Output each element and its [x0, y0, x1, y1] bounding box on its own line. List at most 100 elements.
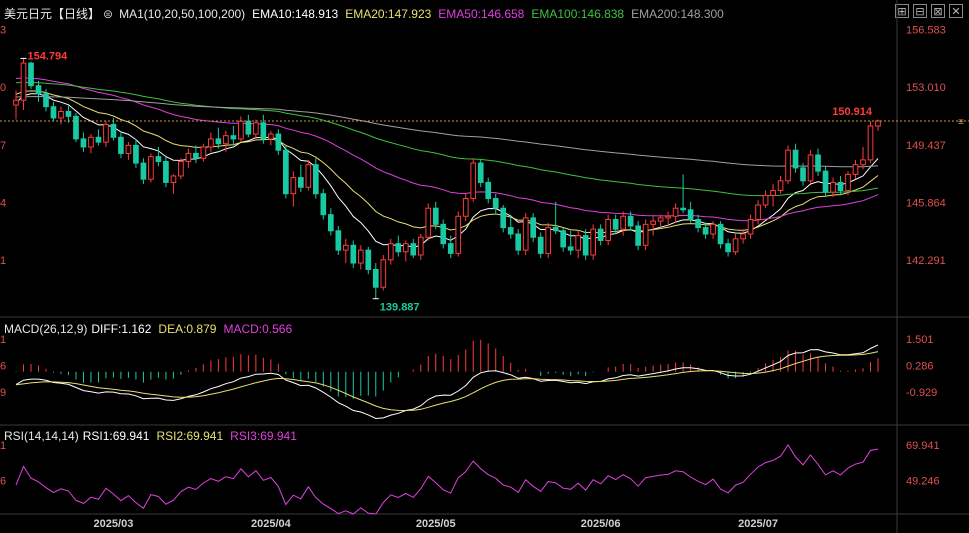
candle-body — [58, 110, 64, 119]
candle-body — [417, 236, 424, 256]
candle-body — [28, 62, 34, 87]
candle-body — [185, 152, 192, 162]
candle-body — [238, 120, 244, 140]
y-tick-label: 156.583 — [906, 25, 946, 37]
macd-panel — [15, 339, 879, 420]
candle-body — [552, 227, 559, 232]
candlesticks — [13, 58, 881, 299]
candle-body — [155, 156, 162, 162]
candle-body — [597, 228, 604, 241]
candle-body — [725, 243, 731, 253]
candle-body — [470, 162, 477, 200]
candle-body — [223, 135, 229, 145]
rsi-y-tick: 69.941 — [906, 440, 940, 452]
candle-body — [687, 209, 694, 221]
candle-body — [395, 243, 402, 253]
candle-body — [762, 194, 769, 206]
candle-body — [770, 189, 776, 196]
candle-body — [860, 159, 866, 166]
rsi-panel — [15, 443, 879, 515]
high-label: 154.794 — [27, 50, 68, 62]
candle-body — [515, 233, 522, 251]
left-cut-label: 1 — [0, 255, 6, 267]
candle-body — [297, 177, 304, 188]
x-tick-label: 2025/04 — [251, 518, 292, 530]
candle-body — [125, 144, 132, 154]
candle-body — [537, 236, 544, 254]
candle-body — [163, 160, 169, 183]
candle-body — [425, 207, 432, 238]
candle-body — [612, 219, 619, 230]
candle-body — [387, 243, 394, 261]
candle-body — [492, 198, 499, 209]
candle-body — [80, 138, 87, 148]
candle-body — [148, 156, 154, 180]
candle-body — [372, 268, 379, 288]
candle-body — [867, 125, 874, 161]
candle-body — [507, 227, 514, 235]
candle-body — [710, 223, 716, 235]
last-price-marker: ≡ — [958, 117, 964, 128]
candle-body — [432, 207, 439, 225]
candle-body — [342, 244, 349, 251]
ema50-line — [15, 77, 879, 222]
candle-body — [65, 110, 72, 117]
left-cut-label: 0 — [0, 82, 6, 94]
candle-body — [657, 217, 664, 222]
candle-body — [357, 249, 364, 264]
candle-body — [290, 177, 297, 195]
left-cut-label: 7 — [0, 140, 6, 152]
candle-body — [402, 243, 409, 253]
candle-body — [253, 122, 259, 135]
candle-body — [275, 133, 282, 151]
macd-y-tick: 0.286 — [906, 360, 934, 372]
candle-body — [575, 235, 582, 251]
price-chart[interactable]: ≡154.794139.887150.914156.5833153.010014… — [0, 0, 969, 533]
candle-body — [335, 230, 342, 251]
candle-body — [815, 154, 821, 172]
chart-window: 美元日元【日线】 ⊜ MA1(10,20,50,100,200) EMA10:148.… — [0, 0, 969, 533]
candle-body — [88, 136, 94, 148]
candle-body — [545, 227, 552, 254]
rsi-y-tick: 49.246 — [906, 476, 940, 488]
x-tick-label: 2025/06 — [581, 518, 621, 530]
candle-body — [260, 122, 267, 140]
y-tick-label: 149.437 — [906, 140, 946, 152]
candle-body — [605, 219, 611, 241]
candle-body — [380, 259, 387, 288]
candle-body — [522, 217, 529, 251]
rsi-left-cut: 6 — [0, 476, 6, 488]
candle-body — [807, 154, 814, 182]
candle-body — [170, 175, 177, 183]
candle-body — [208, 138, 214, 148]
candle-body — [110, 123, 117, 138]
candle-body — [830, 181, 836, 193]
candle-body — [73, 115, 79, 140]
candle-body — [103, 123, 109, 143]
candle-body — [560, 230, 567, 248]
candle-body — [20, 62, 27, 101]
candle-body — [740, 233, 746, 240]
macd-left-cut: 9 — [0, 387, 6, 399]
candle-body — [627, 215, 634, 227]
rsi-line — [15, 443, 879, 515]
axes: ≡154.794139.887150.914156.5833153.010014… — [0, 25, 969, 530]
candle-body — [365, 249, 372, 270]
candle-body — [875, 120, 881, 127]
candle-body — [755, 204, 761, 221]
y-tick-label: 153.010 — [906, 82, 946, 94]
candle-body — [245, 120, 252, 135]
macd-diff-line — [15, 344, 879, 420]
candle-body — [702, 227, 709, 235]
x-tick-label: 2025/07 — [738, 518, 778, 530]
candle-body — [350, 244, 357, 264]
y-tick-label: 142.291 — [906, 255, 946, 267]
left-cut-label: 4 — [0, 197, 6, 209]
candle-body — [642, 223, 649, 246]
candle-body — [852, 164, 859, 175]
macd-left-cut: 6 — [0, 360, 6, 372]
candle-body — [695, 219, 701, 229]
panel-frames — [0, 0, 969, 533]
candle-body — [582, 235, 589, 256]
macd-left-cut: 1 — [0, 334, 6, 346]
